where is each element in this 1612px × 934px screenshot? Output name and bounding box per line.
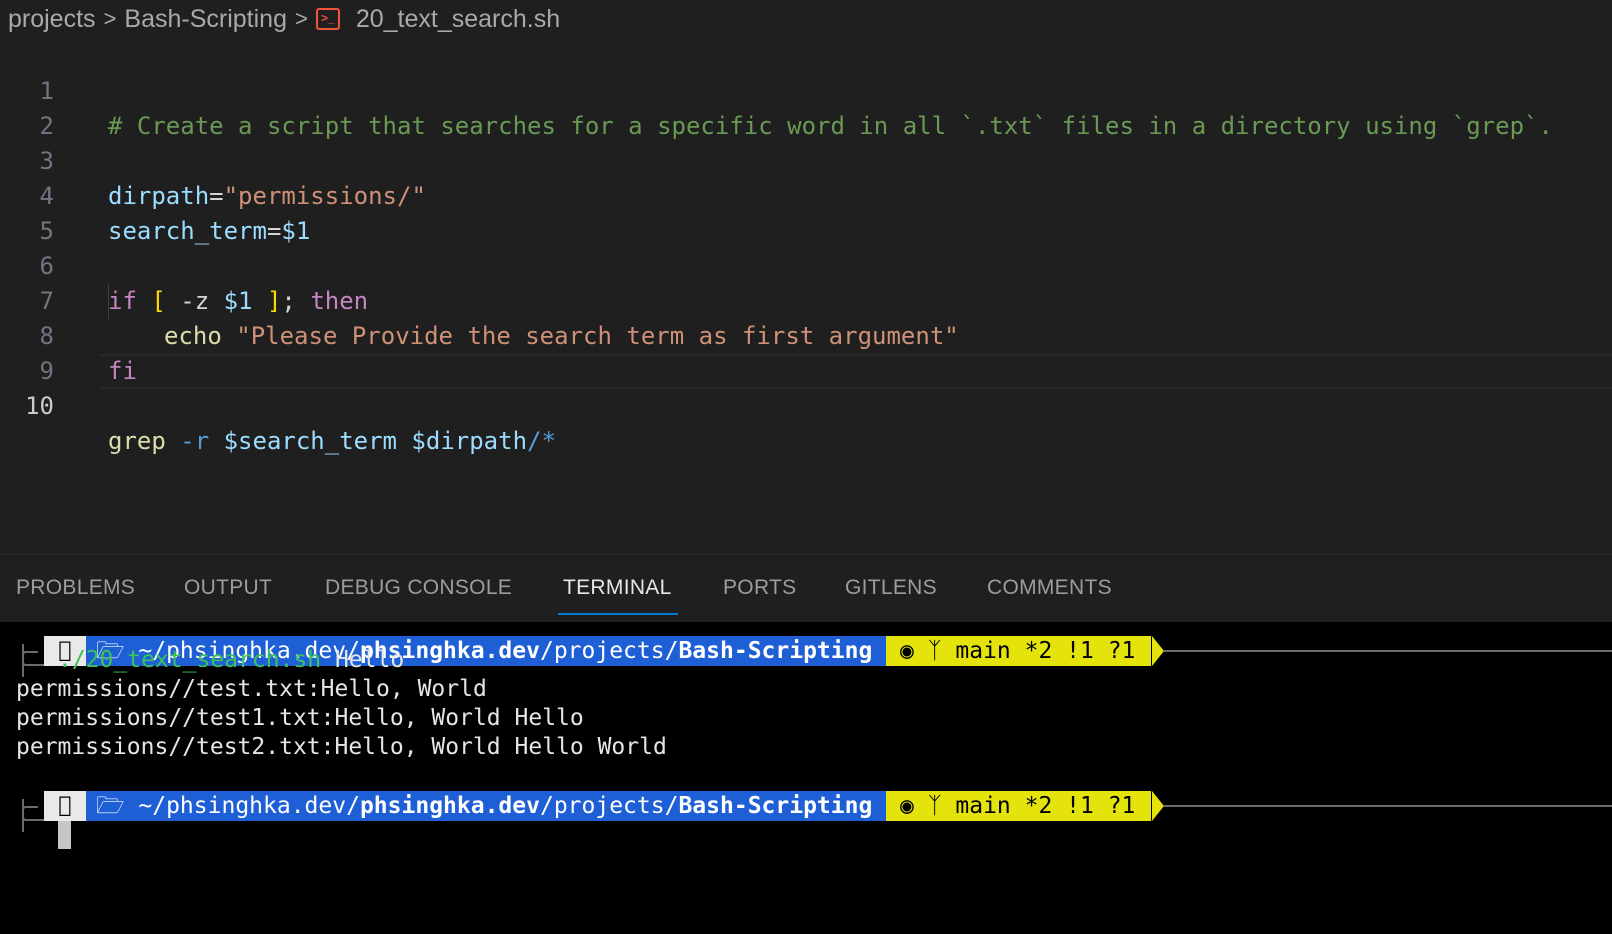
panel-tab-bar: PROBLEMS OUTPUT DEBUG CONSOLE TERMINAL P…: [0, 554, 1612, 622]
code-line[interactable]: 5: [0, 179, 1612, 245]
tab-debug-console[interactable]: DEBUG CONSOLE: [325, 555, 512, 621]
terminal-command: ./20_text_search.sh: [58, 647, 322, 673]
prompt-frame: [22, 799, 44, 821]
breadcrumb-item-projects[interactable]: projects: [8, 5, 96, 34]
code-line[interactable]: 6 if [ -z $1 ]; then: [0, 214, 1612, 315]
git-branch-icon: ᛉ: [927, 638, 942, 664]
terminal-file-icon: >_: [315, 8, 340, 30]
code-line[interactable]: 1 # Create a script that searches for a …: [0, 39, 1612, 140]
github-icon: ◉: [900, 638, 914, 664]
code-glob: /*: [527, 427, 556, 455]
prompt-path-mid: /projects/: [539, 638, 679, 664]
breadcrumb-item-file[interactable]: 20_text_search.sh: [356, 5, 560, 34]
tab-problems[interactable]: PROBLEMS: [16, 555, 135, 621]
breadcrumb: projects > Bash-Scripting > >_ 20_text_s…: [0, 0, 1612, 38]
prompt-git-tip: [1152, 791, 1164, 821]
tab-comments[interactable]: COMMENTS: [987, 555, 1112, 621]
prompt-git-status: main *2 !1 ?1: [955, 638, 1136, 664]
code-line[interactable]: 8 fi: [0, 284, 1612, 385]
prompt-path-bold: phsinghka.dev: [359, 793, 540, 819]
prompt-git-status: main *2 !1 ?1: [955, 793, 1136, 819]
tab-gitlens[interactable]: GITLENS: [845, 555, 937, 621]
chevron-right-icon: >: [103, 6, 117, 31]
line-number: 10: [25, 392, 54, 420]
code-variable: $dirpath: [396, 427, 528, 455]
chevron-right-icon: >: [294, 6, 308, 31]
code-line[interactable]: 10 grep -r $search_term $dirpath/*: [0, 354, 1612, 455]
prompt-frame: [22, 644, 44, 666]
code-line[interactable]: 2: [0, 74, 1612, 140]
terminal-prompt:  🗁 ~/phsinghka.dev/phsinghka.dev/projec…: [0, 791, 1612, 821]
code-editor[interactable]: 1 # Create a script that searches for a …: [0, 38, 1612, 554]
code-line[interactable]: 7 echo "Please Provide the search term a…: [0, 249, 1612, 350]
code-line[interactable]: 3 dirpath="permissions/": [0, 109, 1612, 210]
tab-terminal[interactable]: TERMINAL: [563, 555, 672, 621]
code-line[interactable]: 4 search_term=$1: [0, 144, 1612, 245]
prompt-git-tip: [1152, 636, 1164, 666]
prompt-git-segment: ◉ ᛉ main *2 !1 ?1: [886, 791, 1152, 821]
prompt-rule: [1164, 650, 1612, 652]
active-tab-indicator: [558, 613, 678, 615]
code-flag: -r: [165, 427, 224, 455]
prompt-path-mid: /projects/: [539, 793, 679, 819]
prompt-path-dir: Bash-Scripting: [678, 638, 873, 664]
prompt-path-segment: 🗁 ~/phsinghka.dev/phsinghka.dev/projects…: [86, 791, 887, 821]
terminal-output-line: permissions//test2.txt:Hello, World Hell…: [16, 734, 667, 760]
code-variable: $search_term: [223, 427, 397, 455]
terminal-command-arg: Hello: [321, 647, 405, 673]
terminal-output-line: permissions//test1.txt:Hello, World Hell…: [16, 705, 584, 731]
git-branch-icon: ᛉ: [927, 793, 942, 819]
folder-icon: 🗁: [96, 793, 125, 819]
terminal-command-line: ./20_text_search.sh Hello: [58, 646, 404, 675]
terminal-output-line: permissions//test.txt:Hello, World: [16, 676, 487, 702]
breadcrumb-item-bash-scripting[interactable]: Bash-Scripting: [124, 5, 287, 34]
tab-output[interactable]: OUTPUT: [184, 555, 272, 621]
prompt-path-prefix: ~/phsinghka.dev/: [138, 793, 360, 819]
code-command: grep: [108, 427, 166, 455]
github-icon: ◉: [900, 793, 914, 819]
prompt-git-segment: ◉ ᛉ main *2 !1 ?1: [886, 636, 1152, 666]
prompt-rule: [1164, 805, 1612, 807]
tab-ports[interactable]: PORTS: [723, 555, 796, 621]
code-line[interactable]: 9: [0, 319, 1612, 385]
terminal[interactable]:  🗁 ~/phsinghka.dev/phsinghka.dev/projec…: [0, 622, 1612, 934]
terminal-cursor: [58, 821, 71, 849]
apple-icon: : [44, 791, 86, 821]
prompt-path-dir: Bash-Scripting: [678, 793, 873, 819]
